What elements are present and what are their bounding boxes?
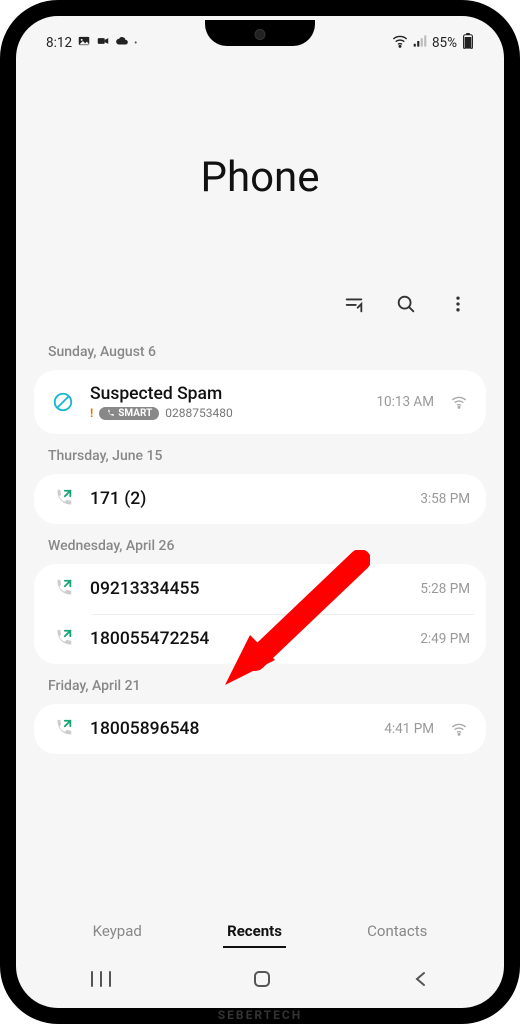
filter-button[interactable] <box>342 292 366 316</box>
call-name: 180055472254 <box>90 629 406 649</box>
call-row[interactable]: Suspected Spam! SMART 0288753480 10:13 AM <box>34 370 486 434</box>
date-header: Thursday, June 15 <box>34 434 486 474</box>
list-toolbar <box>20 292 500 330</box>
date-header: Friday, April 21 <box>34 664 486 704</box>
call-name: 171 (2) <box>90 489 406 509</box>
outgoing-call-icon <box>50 628 76 650</box>
date-header: Sunday, August 6 <box>34 330 486 370</box>
call-time: 5:28 PM <box>420 581 470 597</box>
battery-icon <box>462 33 474 53</box>
cloud-icon <box>115 35 129 51</box>
call-time: 2:49 PM <box>420 631 470 647</box>
nav-recents-button[interactable] <box>90 970 112 992</box>
date-header: Wednesday, April 26 <box>34 524 486 564</box>
clock-text: 8:12 <box>46 35 72 51</box>
call-time: 3:58 PM <box>420 491 470 507</box>
alert-icon: ! <box>90 406 93 420</box>
call-subline: ! SMART 0288753480 <box>90 406 362 420</box>
display-notch <box>205 20 315 46</box>
tab-recents[interactable]: Recents <box>223 916 286 948</box>
call-time: 4:41 PM <box>384 721 434 737</box>
call-group: 171 (2) 3:58 PM <box>34 474 486 524</box>
signal-icon <box>413 34 427 52</box>
tab-keypad[interactable]: Keypad <box>89 916 146 948</box>
bottom-tabs: Keypad Recents Contacts <box>20 902 500 958</box>
call-row[interactable]: 09213334455 5:28 PM <box>34 564 486 614</box>
call-time: 10:13 AM <box>376 394 434 410</box>
call-main: 18005896548 <box>90 719 370 739</box>
nav-home-button[interactable] <box>252 969 272 993</box>
call-group: 09213334455 5:28 PM 180055472254 2:49 PM <box>34 564 486 664</box>
call-name: 18005896548 <box>90 719 370 739</box>
call-row[interactable]: 171 (2) 3:58 PM <box>34 474 486 524</box>
call-row[interactable]: 18005896548 4:41 PM <box>34 704 486 754</box>
recents-list[interactable]: Sunday, August 6 Suspected Spam! SMART 0288… <box>20 330 500 754</box>
system-nav-bar <box>20 958 500 1004</box>
image-icon <box>77 34 91 52</box>
call-main: 171 (2) <box>90 489 406 509</box>
outgoing-call-icon <box>50 578 76 600</box>
call-main: 180055472254 <box>90 629 406 649</box>
carrier-pill: SMART <box>99 407 159 420</box>
call-number: 0288753480 <box>165 406 232 420</box>
call-row[interactable]: 180055472254 2:49 PM <box>34 614 486 664</box>
video-icon <box>96 34 110 52</box>
call-main: 09213334455 <box>90 579 406 599</box>
more-notifications-dot: • <box>134 38 137 49</box>
wifi-icon <box>392 34 408 52</box>
app-header: Phone <box>20 62 500 292</box>
more-button[interactable] <box>446 292 470 316</box>
call-name: 09213334455 <box>90 579 406 599</box>
tab-contacts[interactable]: Contacts <box>363 916 431 948</box>
wifi-call-icon <box>448 722 470 736</box>
search-button[interactable] <box>394 292 418 316</box>
outgoing-call-icon <box>50 718 76 740</box>
nav-back-button[interactable] <box>412 970 430 992</box>
call-main: Suspected Spam! SMART 0288753480 <box>90 384 362 420</box>
call-name: Suspected Spam <box>90 384 362 404</box>
wifi-call-icon <box>448 395 470 409</box>
spam-icon <box>50 391 76 413</box>
outgoing-call-icon <box>50 488 76 510</box>
battery-text: 85% <box>432 35 457 51</box>
device-frame: 8:12 • 85% <box>0 0 520 1024</box>
page-title: Phone <box>200 153 319 202</box>
call-group: 18005896548 4:41 PM <box>34 704 486 754</box>
watermark-text: SEBERTECH <box>218 1008 302 1022</box>
call-group: Suspected Spam! SMART 0288753480 10:13 AM <box>34 370 486 434</box>
